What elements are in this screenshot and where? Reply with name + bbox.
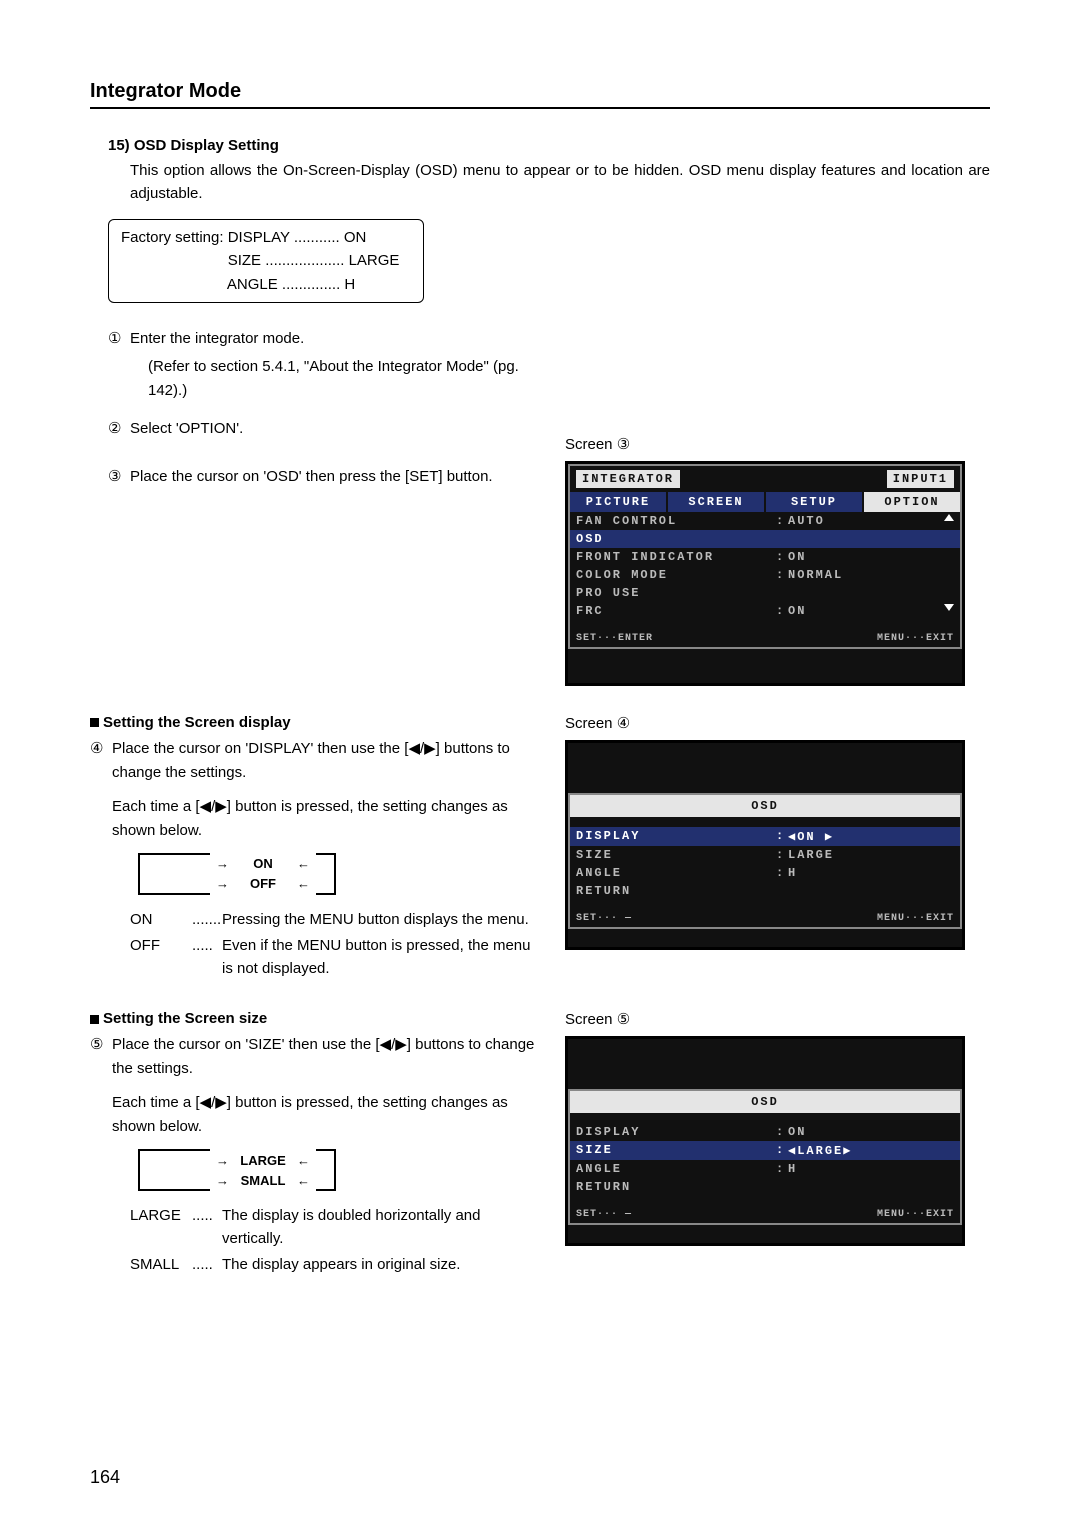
desc-small-t: SMALL	[130, 1254, 192, 1277]
osd5-row-0-k: DISPLAY	[576, 1125, 776, 1139]
step-1-num: ①	[108, 327, 130, 351]
square-bullet-icon	[90, 718, 99, 727]
osd3-row-3-v: NORMAL	[788, 568, 954, 582]
toggle-large: LARGE	[235, 1153, 291, 1168]
osd3-row-1-k: OSD	[576, 532, 776, 546]
osd3-row-3-k: COLOR MODE	[576, 568, 776, 582]
osd5-title: OSD	[570, 1091, 960, 1113]
step-2-num: ②	[108, 417, 130, 441]
step-5b: Each time a [◀/▶] button is pressed, the…	[90, 1091, 545, 1139]
toggle-off: OFF	[235, 876, 291, 891]
block-display-title-row: Setting the Screen display	[90, 714, 545, 731]
toggle-diagram-display: →ON← →OFF←	[138, 853, 545, 895]
step-3-num: ③	[108, 465, 130, 489]
factory-line-1-dots: ...................	[261, 252, 344, 269]
osd5-row-0-v: ON	[788, 1125, 954, 1139]
osd3-row-5-k: FRC	[576, 604, 776, 618]
factory-line-2-dots: ..............	[278, 276, 341, 293]
osd3-foot-left: SET···ENTER	[576, 633, 653, 644]
factory-line-0-dots: ...........	[290, 229, 340, 246]
screen-4-label: Screen ④	[565, 714, 990, 732]
osd-screen-5: OSD DISPLAY:ON SIZE:◀LARGE▶ ANGLE:H RETU…	[565, 1036, 965, 1246]
factory-line-2-k: ANGLE	[227, 276, 278, 293]
osd4-row-1-v: LARGE	[788, 848, 954, 862]
osd3-title-right: INPUT1	[887, 470, 954, 488]
step-1-ref: (Refer to section 5.4.1, "About the Inte…	[108, 355, 545, 403]
block-size-title: Setting the Screen size	[103, 1010, 267, 1027]
osd3-tab-1: SCREEN	[668, 492, 766, 512]
desc-off-d: Even if the MENU button is pressed, the …	[222, 935, 545, 980]
intro-paragraph: This option allows the On-Screen-Display…	[90, 160, 990, 205]
block-display-title: Setting the Screen display	[103, 714, 291, 731]
osd4-row-2-v: H	[788, 866, 954, 880]
factory-lead: Factory setting:	[121, 229, 224, 246]
square-bullet-icon	[90, 1015, 99, 1024]
manual-page: Integrator Mode 15) OSD Display Setting …	[0, 0, 1080, 1528]
desc-large-t: LARGE	[130, 1205, 192, 1250]
osd4-foot-left: SET··· —	[576, 913, 632, 924]
osd3-row-2-v: ON	[788, 550, 954, 564]
factory-line-0-k: DISPLAY	[228, 229, 290, 246]
osd3-foot-right: MENU···EXIT	[877, 633, 954, 644]
osd3-row-5-v: ON	[788, 604, 944, 618]
osd4-row-0-k: DISPLAY	[576, 829, 776, 844]
osd4-row-1-k: SIZE	[576, 848, 776, 862]
step-4b: Each time a [◀/▶] button is pressed, the…	[90, 795, 545, 843]
down-arrow-icon	[944, 604, 954, 611]
factory-line-2-v: H	[340, 276, 355, 293]
osd5-row-3-k: RETURN	[576, 1180, 776, 1194]
desc-on-t: ON	[130, 909, 192, 932]
osd3-row-2-k: FRONT INDICATOR	[576, 550, 776, 564]
up-arrow-icon	[944, 514, 954, 521]
osd3-row-0-k: FAN CONTROL	[576, 514, 776, 528]
toggle-small: SMALL	[235, 1173, 291, 1188]
osd3-tabs: PICTURE SCREEN SETUP OPTION	[570, 492, 960, 512]
display-desc-list: ON.......Pressing the MENU button displa…	[90, 909, 545, 981]
osd3-tab-3: OPTION	[864, 492, 960, 512]
factory-line-0-v: ON	[340, 229, 367, 246]
desc-small-d: The display appears in original size.	[222, 1254, 545, 1277]
osd5-foot-right: MENU···EXIT	[877, 1209, 954, 1220]
step-list: ①Enter the integrator mode. (Refer to se…	[90, 327, 545, 489]
toggle-diagram-size: →LARGE← →SMALL←	[138, 1149, 545, 1191]
osd3-title-left: INTEGRATOR	[576, 470, 680, 488]
osd3-tab-2: SETUP	[766, 492, 864, 512]
screen-5-label: Screen ⑤	[565, 1010, 990, 1028]
step-5-num: ⑤	[90, 1033, 112, 1081]
factory-setting-box: Factory setting: DISPLAY ........... ON …	[108, 219, 424, 303]
osd3-tab-0: PICTURE	[570, 492, 668, 512]
desc-on-d: Pressing the MENU button displays the me…	[222, 909, 545, 932]
screen-3-label: Screen ③	[565, 435, 990, 453]
desc-off-t: OFF	[130, 935, 192, 980]
factory-line-1-k: SIZE	[228, 252, 261, 269]
osd4-row-3-k: RETURN	[576, 884, 776, 898]
step-4a: Place the cursor on 'DISPLAY' then use t…	[112, 737, 545, 785]
step-2-text: Select 'OPTION'.	[130, 417, 243, 441]
factory-line-1-v: LARGE	[344, 252, 399, 269]
size-desc-list: LARGE.....The display is doubled horizon…	[90, 1205, 545, 1277]
section-title: Integrator Mode	[90, 80, 990, 109]
osd3-row-0-v: AUTO	[788, 514, 944, 528]
toggle-on: ON	[235, 856, 291, 871]
osd5-row-1-v: ◀LARGE▶	[788, 1143, 954, 1158]
step-1-text: Enter the integrator mode.	[130, 327, 304, 351]
osd5-foot-left: SET··· —	[576, 1209, 632, 1220]
osd5-row-2-k: ANGLE	[576, 1162, 776, 1176]
osd4-row-0-v: ◀ON ▶	[788, 829, 954, 844]
osd4-row-2-k: ANGLE	[576, 866, 776, 880]
step-5a: Place the cursor on 'SIZE' then use the …	[112, 1033, 545, 1081]
desc-large-d: The display is doubled horizontally and …	[222, 1205, 545, 1250]
osd4-foot-right: MENU···EXIT	[877, 913, 954, 924]
step-3-text: Place the cursor on 'OSD' then press the…	[130, 465, 493, 489]
block-size-title-row: Setting the Screen size	[90, 1010, 545, 1027]
osd-screen-3: INTEGRATOR INPUT1 PICTURE SCREEN SETUP OP…	[565, 461, 965, 686]
osd4-title: OSD	[570, 795, 960, 817]
osd5-row-1-k: SIZE	[576, 1143, 776, 1158]
step-4-num: ④	[90, 737, 112, 785]
osd-screen-4: OSD DISPLAY:◀ON ▶ SIZE:LARGE ANGLE:H RET…	[565, 740, 965, 950]
setting-heading: 15) OSD Display Setting	[90, 137, 990, 154]
osd5-row-2-v: H	[788, 1162, 954, 1176]
page-number: 164	[90, 1467, 120, 1488]
osd3-row-4-k: PRO USE	[576, 586, 776, 600]
